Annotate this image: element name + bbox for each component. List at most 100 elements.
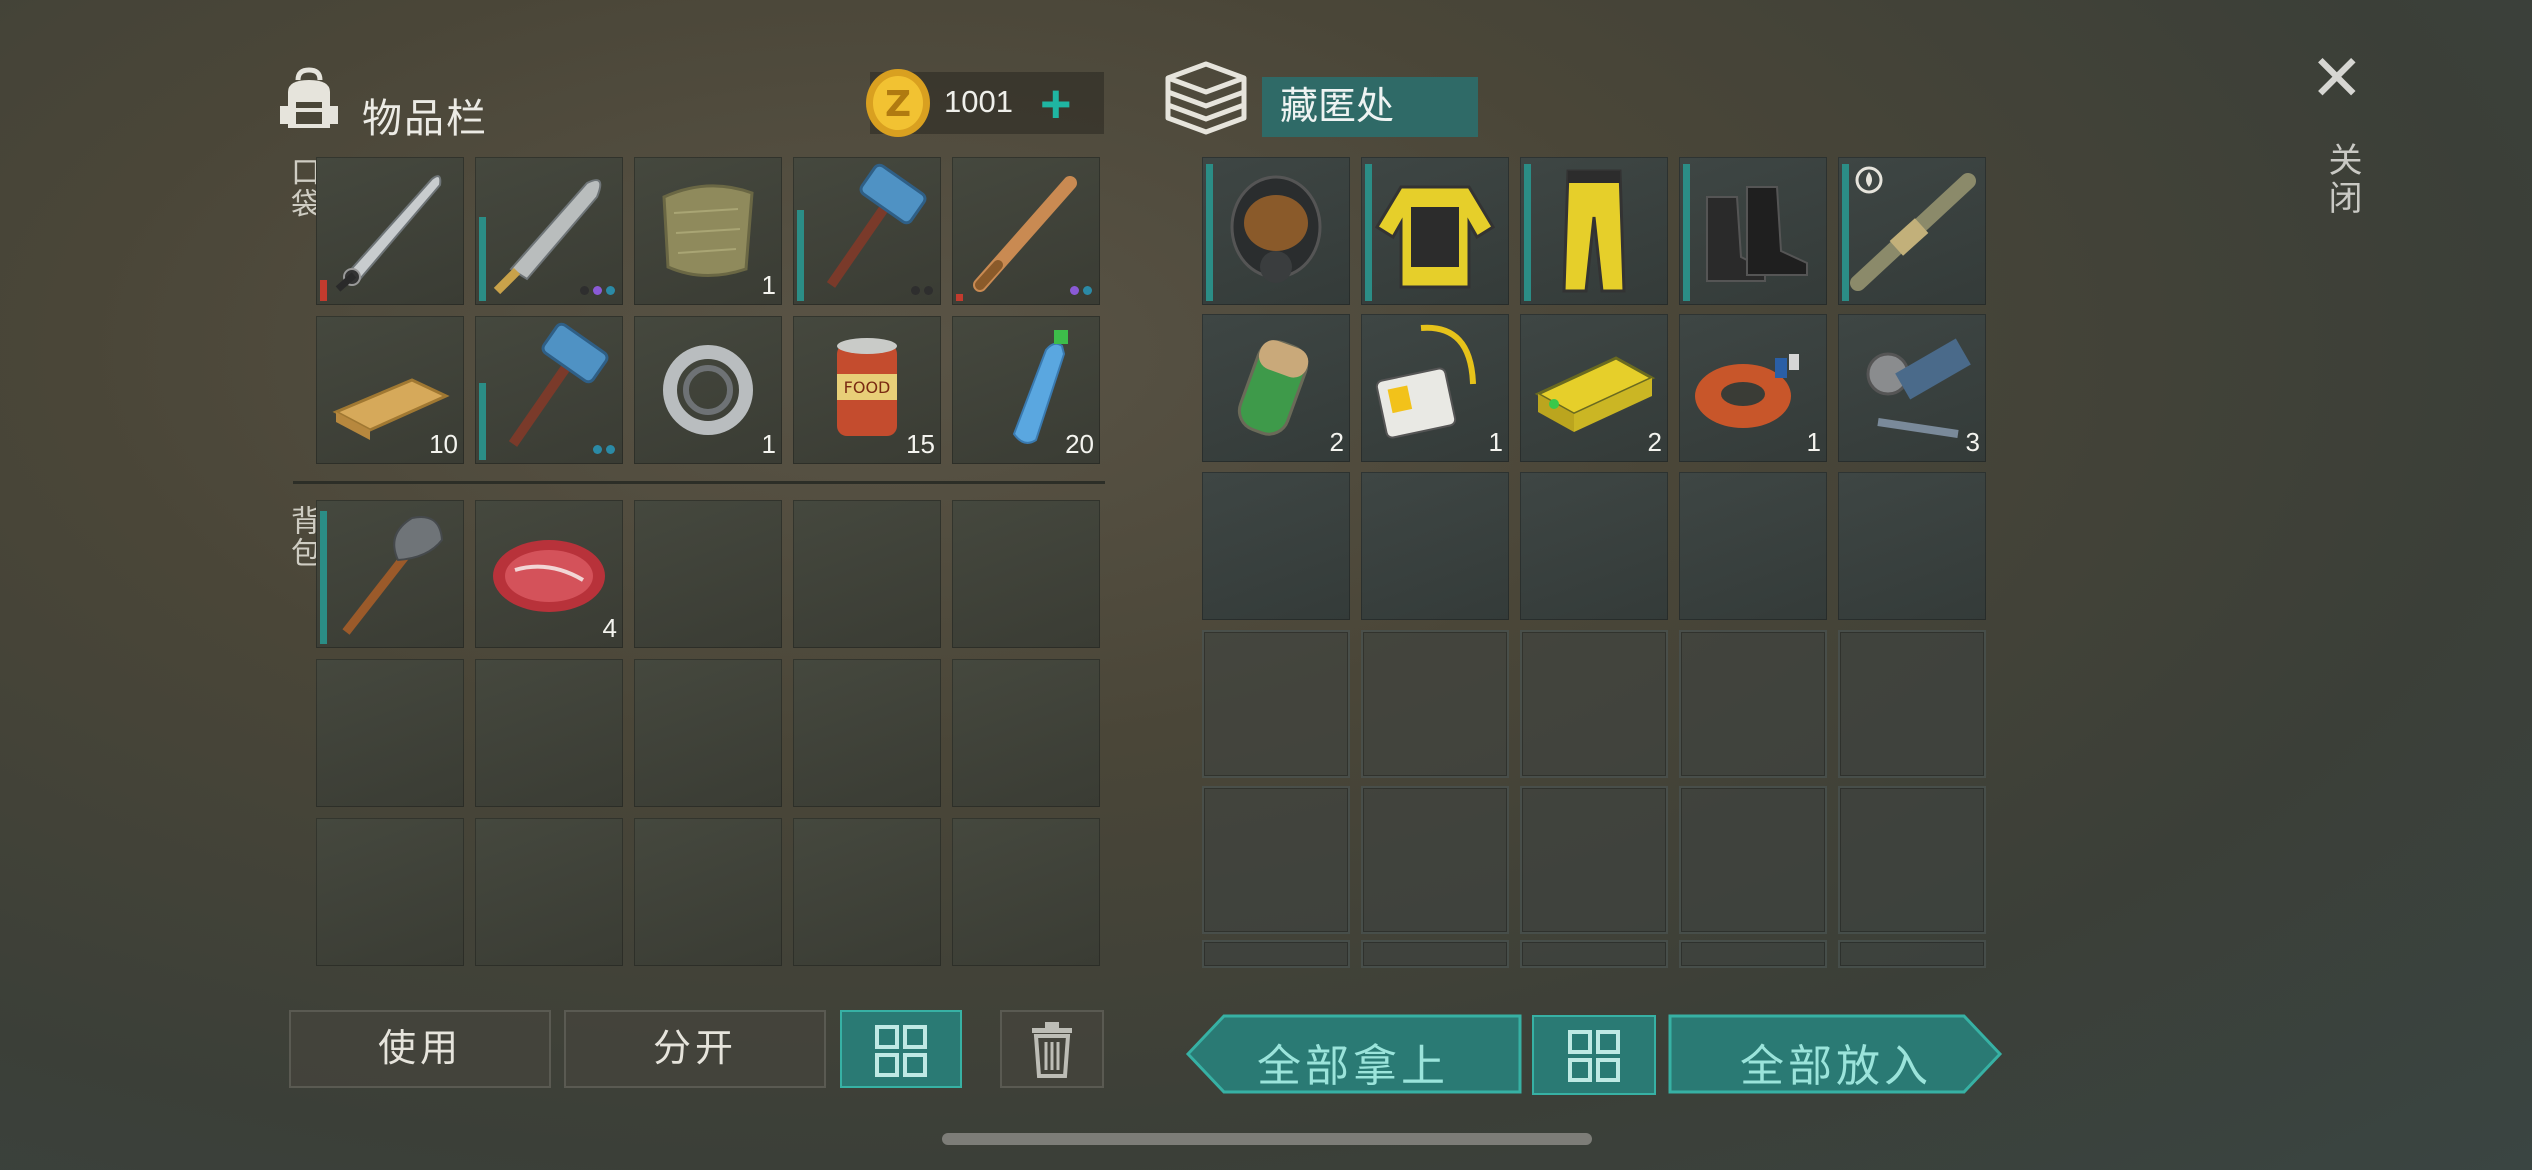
stash-slot[interactable]: 2 bbox=[1202, 314, 1350, 462]
hazmat-jacket-icon bbox=[1374, 185, 1496, 289]
stash-slot[interactable] bbox=[1838, 157, 1986, 305]
bearing-icon bbox=[663, 345, 753, 435]
durability-bar bbox=[1206, 164, 1213, 301]
flame-badge-icon bbox=[1855, 166, 1883, 194]
stash-slot[interactable]: 1 bbox=[1361, 314, 1509, 462]
stash-slot[interactable] bbox=[1202, 786, 1350, 934]
stash-slot[interactable] bbox=[1202, 940, 1350, 968]
use-button[interactable]: 使用 bbox=[289, 1010, 551, 1088]
stash-slot[interactable] bbox=[1361, 472, 1509, 620]
backpack-slot[interactable] bbox=[952, 500, 1100, 648]
stash-slot[interactable] bbox=[1202, 630, 1350, 778]
durability-bar bbox=[1524, 164, 1531, 301]
close-label[interactable]: 关闭 bbox=[2318, 142, 2367, 218]
stash-slot[interactable] bbox=[1361, 157, 1509, 305]
stash-slot[interactable] bbox=[1838, 472, 1986, 620]
backpack-slot[interactable] bbox=[952, 818, 1100, 966]
take-all-label: 全部拿上 bbox=[1257, 1042, 1449, 1091]
close-button[interactable]: ✕ bbox=[2310, 46, 2364, 110]
backpack-slot[interactable] bbox=[316, 500, 464, 648]
stash-slot[interactable] bbox=[1520, 940, 1668, 968]
upgrade-dot bbox=[924, 286, 933, 295]
stash-slot[interactable]: 2 bbox=[1520, 314, 1668, 462]
durability-bar bbox=[1683, 164, 1690, 301]
svg-text:FOOD: FOOD bbox=[844, 378, 891, 397]
backpack-slot[interactable] bbox=[316, 818, 464, 966]
backpack-slot[interactable] bbox=[475, 659, 623, 807]
backpack-slot[interactable] bbox=[952, 659, 1100, 807]
backpack-icon bbox=[280, 67, 338, 128]
section-divider bbox=[293, 481, 1105, 484]
stash-slot[interactable] bbox=[1202, 472, 1350, 620]
item-count: 1 bbox=[761, 429, 776, 459]
durability-bar bbox=[320, 511, 327, 644]
pocket-slot[interactable] bbox=[475, 157, 623, 305]
backpack-slot[interactable] bbox=[634, 659, 782, 807]
stash-title: 藏匿处 bbox=[1262, 77, 1478, 137]
stash-slot[interactable] bbox=[1520, 630, 1668, 778]
stash-slot[interactable] bbox=[1679, 786, 1827, 934]
cloth-scrap-icon bbox=[662, 184, 754, 277]
grid-icon bbox=[1568, 1030, 1620, 1082]
backpack-slot[interactable] bbox=[316, 659, 464, 807]
copper-coil-icon bbox=[1695, 354, 1799, 428]
backpack-slot[interactable]: 4 bbox=[475, 500, 623, 648]
stash-slot[interactable] bbox=[1520, 786, 1668, 934]
home-indicator[interactable] bbox=[942, 1133, 1592, 1145]
stash-slot[interactable] bbox=[1838, 786, 1986, 934]
durability-bar bbox=[479, 383, 486, 460]
stash-slot[interactable] bbox=[1838, 630, 1986, 778]
stash-slot[interactable] bbox=[1361, 630, 1509, 778]
backpack-slot[interactable] bbox=[793, 818, 941, 966]
stash-slot[interactable] bbox=[1520, 157, 1668, 305]
delete-button[interactable] bbox=[1000, 1010, 1104, 1088]
durability-bar bbox=[320, 280, 327, 301]
durability-bar bbox=[956, 294, 963, 301]
sledgehammer-icon bbox=[826, 163, 927, 288]
pocket-slot[interactable] bbox=[952, 157, 1100, 305]
durability-bar bbox=[1365, 164, 1372, 301]
stash-slot[interactable] bbox=[1679, 630, 1827, 778]
backpack-slot[interactable] bbox=[634, 500, 782, 648]
stash-slot[interactable] bbox=[1679, 940, 1827, 968]
pocket-slot[interactable]: 1 bbox=[634, 157, 782, 305]
split-button[interactable]: 分开 bbox=[564, 1010, 826, 1088]
shovel-icon bbox=[342, 516, 444, 635]
trash-icon bbox=[1032, 1022, 1072, 1078]
upgrade-dots bbox=[911, 286, 933, 295]
backpack-slot[interactable] bbox=[475, 818, 623, 966]
durability-bar bbox=[797, 210, 804, 301]
backpack-slot[interactable] bbox=[634, 818, 782, 966]
put-all-button[interactable]: 全部放入 bbox=[1668, 1014, 2004, 1094]
pocket-slot[interactable]: 20 bbox=[952, 316, 1100, 464]
item-count: 1 bbox=[761, 270, 776, 300]
upgrade-dots bbox=[593, 445, 615, 454]
backpack-slot[interactable] bbox=[793, 500, 941, 648]
stash-slot[interactable] bbox=[1520, 472, 1668, 620]
stash-slot[interactable] bbox=[1679, 157, 1827, 305]
pocket-slot[interactable]: 1 bbox=[634, 316, 782, 464]
pocket-slot[interactable] bbox=[316, 157, 464, 305]
stash-slot[interactable] bbox=[1361, 786, 1509, 934]
upgrade-dot bbox=[580, 286, 589, 295]
stash-slot[interactable]: 1 bbox=[1679, 314, 1827, 462]
pocket-slot[interactable] bbox=[475, 316, 623, 464]
pocket-slot[interactable] bbox=[793, 157, 941, 305]
pocket-slot[interactable]: FOOD 15 bbox=[793, 316, 941, 464]
sort-grid-button[interactable] bbox=[840, 1010, 962, 1088]
stash-slot[interactable] bbox=[1838, 940, 1986, 968]
inventory-title: 物品栏 bbox=[362, 97, 488, 141]
stash-slot[interactable] bbox=[1361, 940, 1509, 968]
stash-boxes-icon bbox=[1165, 61, 1247, 135]
stash-sort-button[interactable] bbox=[1532, 1015, 1656, 1095]
sledgehammer-icon bbox=[508, 322, 609, 447]
pocket-slot[interactable]: 10 bbox=[316, 316, 464, 464]
stash-slot[interactable]: 3 bbox=[1838, 314, 1986, 462]
add-coins-button[interactable]: + bbox=[1040, 74, 1072, 134]
id-badge-icon bbox=[1375, 324, 1476, 439]
item-count: 15 bbox=[906, 429, 935, 459]
backpack-slot[interactable] bbox=[793, 659, 941, 807]
stash-slot[interactable] bbox=[1202, 157, 1350, 305]
stash-slot[interactable] bbox=[1679, 472, 1827, 620]
take-all-button[interactable]: 全部拿上 bbox=[1184, 1014, 1522, 1094]
